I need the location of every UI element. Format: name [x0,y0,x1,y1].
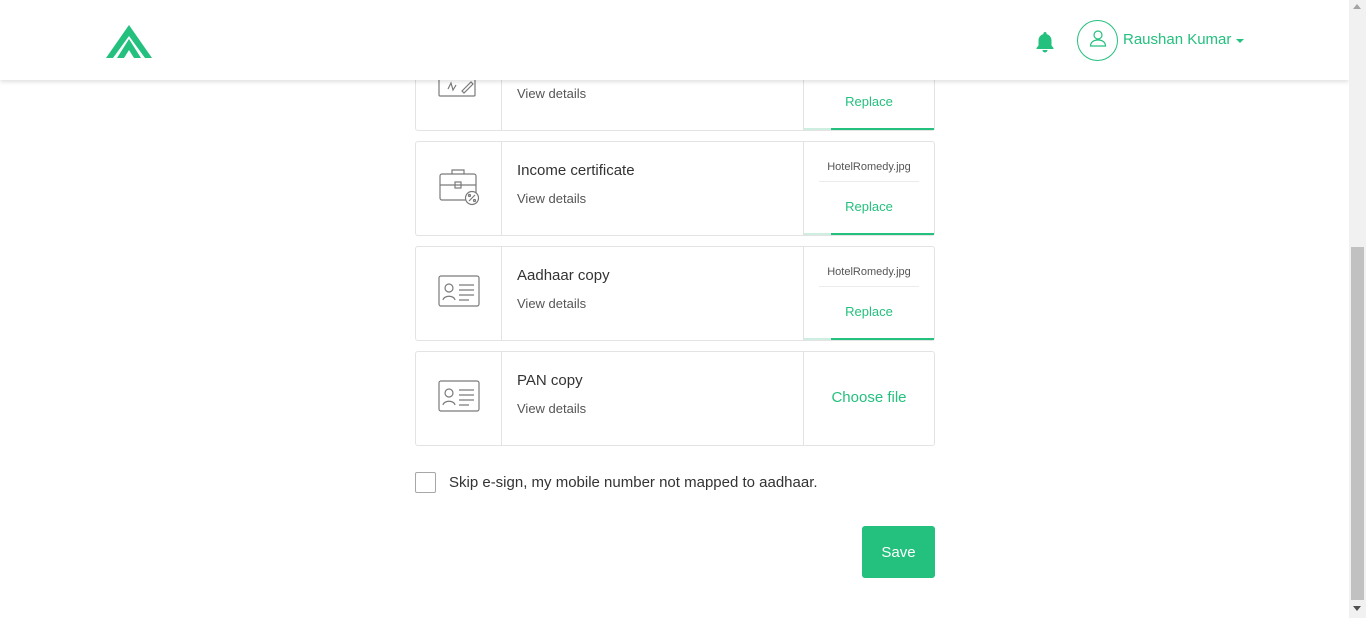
scroll-up-arrow-icon[interactable] [1353,4,1361,9]
choose-file-button[interactable]: Choose file [804,389,934,406]
replace-link[interactable]: Replace [804,199,934,214]
avatar[interactable] [1077,20,1118,61]
document-icon-cell [416,247,502,340]
view-details-link[interactable]: View details [517,86,586,101]
replace-link[interactable]: Replace [804,304,934,319]
skip-esign-label[interactable]: Skip e-sign, my mobile number not mapped… [449,474,818,491]
document-card-pan-copy: PAN copy View details Choose file [415,351,935,446]
id-card-icon [437,275,480,312]
page: View details Replace Income certificate … [0,0,1349,618]
document-title: Income certificate [517,162,635,179]
view-details-link[interactable]: View details [517,401,586,416]
file-cell: HotelRomedy.jpg Replace [803,142,934,235]
vertical-scrollbar[interactable] [1349,0,1366,618]
caret-down-icon[interactable] [1236,39,1244,43]
save-button[interactable]: Save [862,526,935,578]
view-details-link[interactable]: View details [517,296,586,311]
file-name: HotelRomedy.jpg [819,161,919,182]
document-title: Aadhaar copy [517,267,610,284]
upload-progress-bar [804,338,934,340]
upload-progress-bar [804,233,934,235]
scroll-down-arrow-icon[interactable] [1353,606,1361,611]
user-icon [1089,29,1107,52]
document-card-income-certificate: Income certificate View details HotelRom… [415,141,935,236]
file-cell: HotelRomedy.jpg Replace [803,247,934,340]
replace-link[interactable]: Replace [804,94,934,109]
top-header: Raushan Kumar [0,0,1349,80]
briefcase-percent-icon [438,165,480,212]
bell-icon[interactable] [1035,31,1055,53]
id-card-icon [437,380,480,417]
document-icon-cell [416,352,502,445]
user-name[interactable]: Raushan Kumar [1123,31,1231,48]
upload-progress-bar [804,128,934,130]
view-details-link[interactable]: View details [517,191,586,206]
mountain-logo-icon[interactable] [106,25,152,58]
file-name: HotelRomedy.jpg [819,266,919,287]
file-cell: Choose file [803,352,934,445]
scroll-thumb[interactable] [1351,247,1364,600]
document-icon-cell [416,142,502,235]
document-card-aadhaar-copy: Aadhaar copy View details HotelRomedy.jp… [415,246,935,341]
document-title: PAN copy [517,372,583,389]
skip-esign-checkbox[interactable] [415,472,436,493]
